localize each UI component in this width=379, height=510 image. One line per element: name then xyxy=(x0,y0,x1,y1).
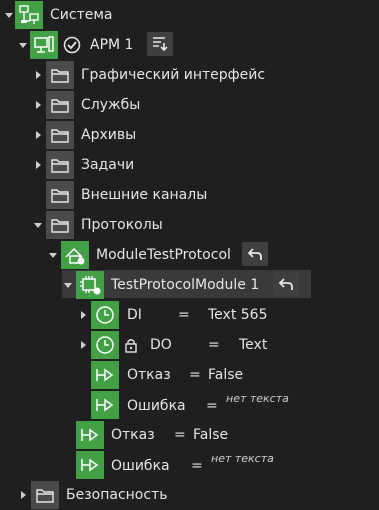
otkaz-inner-name: Отказ xyxy=(127,367,171,383)
tree-row-oshibka-inner[interactable]: Ошибка = нет текста xyxy=(0,390,379,420)
di-name: DI xyxy=(127,307,142,323)
tree-row-external[interactable]: Внешние каналы xyxy=(0,180,379,210)
expand-right-arrow-icon[interactable] xyxy=(18,490,28,500)
folder-icon xyxy=(46,91,74,119)
gui-label: Графический интерфейс xyxy=(81,67,266,83)
tree-row-arm[interactable]: АРМ 1 xyxy=(0,30,379,60)
otkaz-outer-value: False xyxy=(193,427,229,443)
tree-row-otkaz-outer[interactable]: Отказ = False xyxy=(0,420,379,450)
tree-row-otkaz-inner[interactable]: Отказ = False xyxy=(0,360,379,390)
external-label: Внешние каналы xyxy=(81,187,208,203)
tree-row-system[interactable]: Система xyxy=(0,0,379,30)
tree-row-tasks[interactable]: Задачи xyxy=(0,150,379,180)
tasks-label: Задачи xyxy=(81,157,135,173)
system-label: Система xyxy=(50,7,113,23)
back-arrow-icon xyxy=(273,275,299,293)
apply-settings-button[interactable] xyxy=(147,32,173,56)
folder-icon xyxy=(46,211,74,239)
tree-row-di[interactable]: DI = Text 565 xyxy=(0,300,379,330)
di-equals: = xyxy=(178,307,190,323)
do-name: DO xyxy=(150,337,172,353)
module-protocol-label: ModuleTestProtocol xyxy=(96,247,231,263)
security-label: Безопасность xyxy=(66,487,168,503)
lock-icon xyxy=(123,337,139,353)
folder-icon xyxy=(46,181,74,209)
oshibka-inner-value: нет текста xyxy=(226,392,289,405)
oshibka-inner-name: Ошибка xyxy=(127,398,186,414)
tree-row-security[interactable]: Безопасность xyxy=(0,480,379,510)
oshibka-outer-equals: = xyxy=(191,458,203,474)
otkaz-inner-value: False xyxy=(208,367,244,383)
expand-down-arrow-icon[interactable] xyxy=(33,220,43,230)
signal-arrow-icon xyxy=(76,451,104,479)
expand-down-arrow-icon[interactable] xyxy=(63,280,73,290)
signal-arrow-icon xyxy=(91,391,119,419)
expand-right-arrow-icon[interactable] xyxy=(33,100,43,110)
tree-row-oshibka-outer[interactable]: Ошибка = нет текста xyxy=(0,450,379,480)
back-arrow-icon xyxy=(242,245,268,263)
expand-right-arrow-icon[interactable] xyxy=(78,340,88,350)
expand-right-arrow-icon[interactable] xyxy=(33,130,43,140)
expand-down-arrow-icon[interactable] xyxy=(4,10,14,20)
otkaz-outer-name: Отказ xyxy=(111,427,155,443)
expand-right-arrow-icon[interactable] xyxy=(33,70,43,80)
oshibka-outer-name: Ошибка xyxy=(111,458,170,474)
tree-row-archives[interactable]: Архивы xyxy=(0,120,379,150)
folder-icon xyxy=(46,61,74,89)
signal-arrow-icon xyxy=(91,361,119,389)
check-circle-icon xyxy=(63,36,81,54)
arm-label: АРМ 1 xyxy=(90,37,134,53)
signal-arrow-icon xyxy=(76,421,104,449)
tree-row-services[interactable]: Службы xyxy=(0,90,379,120)
apply-settings-icon xyxy=(147,35,173,53)
back-button[interactable] xyxy=(273,272,299,296)
oshibka-outer-value: нет текста xyxy=(211,452,274,465)
folder-icon xyxy=(31,481,59,509)
oshibka-inner-equals: = xyxy=(206,398,218,414)
otkaz-inner-equals: = xyxy=(189,367,201,383)
folder-icon xyxy=(46,151,74,179)
module-protocol-icon xyxy=(61,241,89,269)
otkaz-outer-equals: = xyxy=(174,427,186,443)
clock-icon xyxy=(91,331,119,359)
module-label: TestProtocolModule 1 xyxy=(111,277,260,293)
do-equals: = xyxy=(208,337,220,353)
network-computers-icon xyxy=(15,1,43,29)
chip-icon xyxy=(76,271,104,299)
expand-right-arrow-icon[interactable] xyxy=(78,310,88,320)
folder-icon xyxy=(46,121,74,149)
do-value: Text xyxy=(239,337,268,353)
computer-icon xyxy=(30,31,58,59)
di-value: Text 565 xyxy=(208,307,268,323)
expand-down-arrow-icon[interactable] xyxy=(48,250,58,260)
tree-row-do[interactable]: DO = Text xyxy=(0,330,379,360)
services-label: Службы xyxy=(81,97,141,113)
tree-row-module[interactable]: TestProtocolModule 1 xyxy=(0,270,379,300)
archives-label: Архивы xyxy=(81,127,137,143)
tree-row-gui[interactable]: Графический интерфейс xyxy=(0,60,379,90)
tree-row-module-protocol[interactable]: ModuleTestProtocol xyxy=(0,240,379,270)
protocols-label: Протоколы xyxy=(81,217,163,233)
back-button[interactable] xyxy=(242,242,268,266)
expand-right-arrow-icon[interactable] xyxy=(33,160,43,170)
clock-icon xyxy=(91,301,119,329)
expand-down-arrow-icon[interactable] xyxy=(18,40,28,50)
tree-row-protocols[interactable]: Протоколы xyxy=(0,210,379,240)
